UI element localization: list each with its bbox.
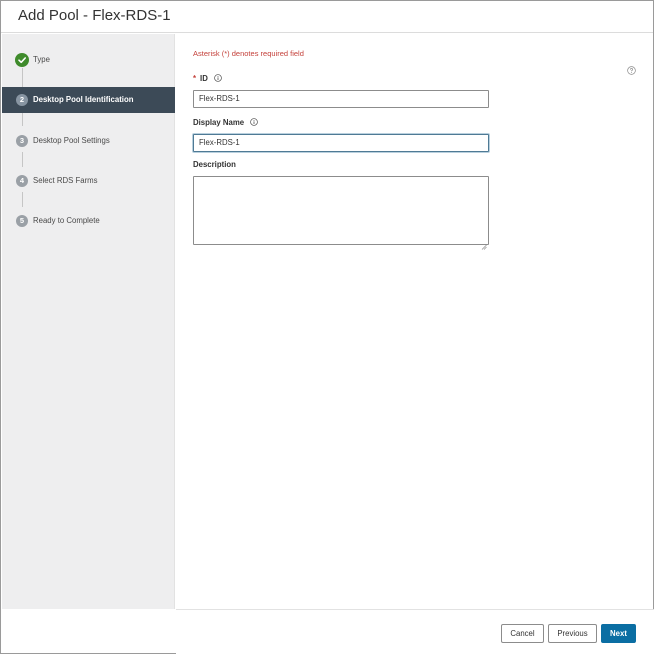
step-label: Desktop Pool Identification [33, 95, 134, 104]
wizard-steps-sidebar: Type 2 Desktop Pool Identification 3 Des… [2, 34, 175, 609]
wizard-step-desktop-pool-settings[interactable]: 3 Desktop Pool Settings [2, 128, 175, 154]
wizard-step-desktop-pool-identification[interactable]: 2 Desktop Pool Identification [2, 87, 175, 113]
next-button[interactable]: Next [601, 624, 636, 643]
description-textarea[interactable] [193, 176, 489, 250]
step-connector [22, 152, 23, 167]
step-number: 3 [16, 135, 28, 147]
add-pool-dialog: Add Pool - Flex-RDS-1 Type 2 Desktop Poo… [0, 0, 654, 654]
required-field-note: Asterisk (*) denotes required field [193, 49, 304, 58]
step-connector [22, 192, 23, 207]
description-label: Description [193, 160, 236, 169]
id-input[interactable]: Flex-RDS-1 [193, 90, 489, 108]
check-icon [15, 53, 29, 67]
step-label: Select RDS Farms [33, 176, 98, 185]
cancel-button[interactable]: Cancel [501, 624, 544, 643]
display-name-label: Display Name [193, 118, 258, 127]
display-name-input[interactable]: Flex-RDS-1 [193, 134, 489, 152]
step-label: Desktop Pool Settings [33, 136, 110, 145]
info-icon[interactable] [250, 118, 258, 126]
dialog-header: Add Pool - Flex-RDS-1 [1, 1, 653, 33]
resize-grip-icon[interactable] [481, 237, 487, 250]
step-number: 2 [16, 94, 28, 106]
previous-button[interactable]: Previous [548, 624, 597, 643]
required-asterisk: * [193, 74, 197, 83]
display-name-label-text: Display Name [193, 118, 245, 127]
wizard-step-ready-to-complete[interactable]: 5 Ready to Complete [2, 208, 175, 234]
id-label-text: ID [200, 74, 208, 83]
id-label: * ID [193, 74, 222, 83]
wizard-step-type[interactable]: Type [2, 47, 175, 73]
dialog-title: Add Pool - Flex-RDS-1 [18, 7, 171, 24]
step-connector [22, 112, 23, 126]
step-label: Ready to Complete [33, 216, 100, 225]
step-number: 5 [16, 215, 28, 227]
form-content: Asterisk (*) denotes required field * ID … [176, 34, 654, 609]
step-label: Type [33, 55, 50, 64]
help-icon[interactable] [627, 62, 636, 75]
wizard-step-select-rds-farms[interactable]: 4 Select RDS Farms [2, 168, 175, 194]
step-number: 4 [16, 175, 28, 187]
dialog-footer: Cancel Previous Next [176, 609, 654, 654]
info-icon[interactable] [214, 74, 222, 82]
